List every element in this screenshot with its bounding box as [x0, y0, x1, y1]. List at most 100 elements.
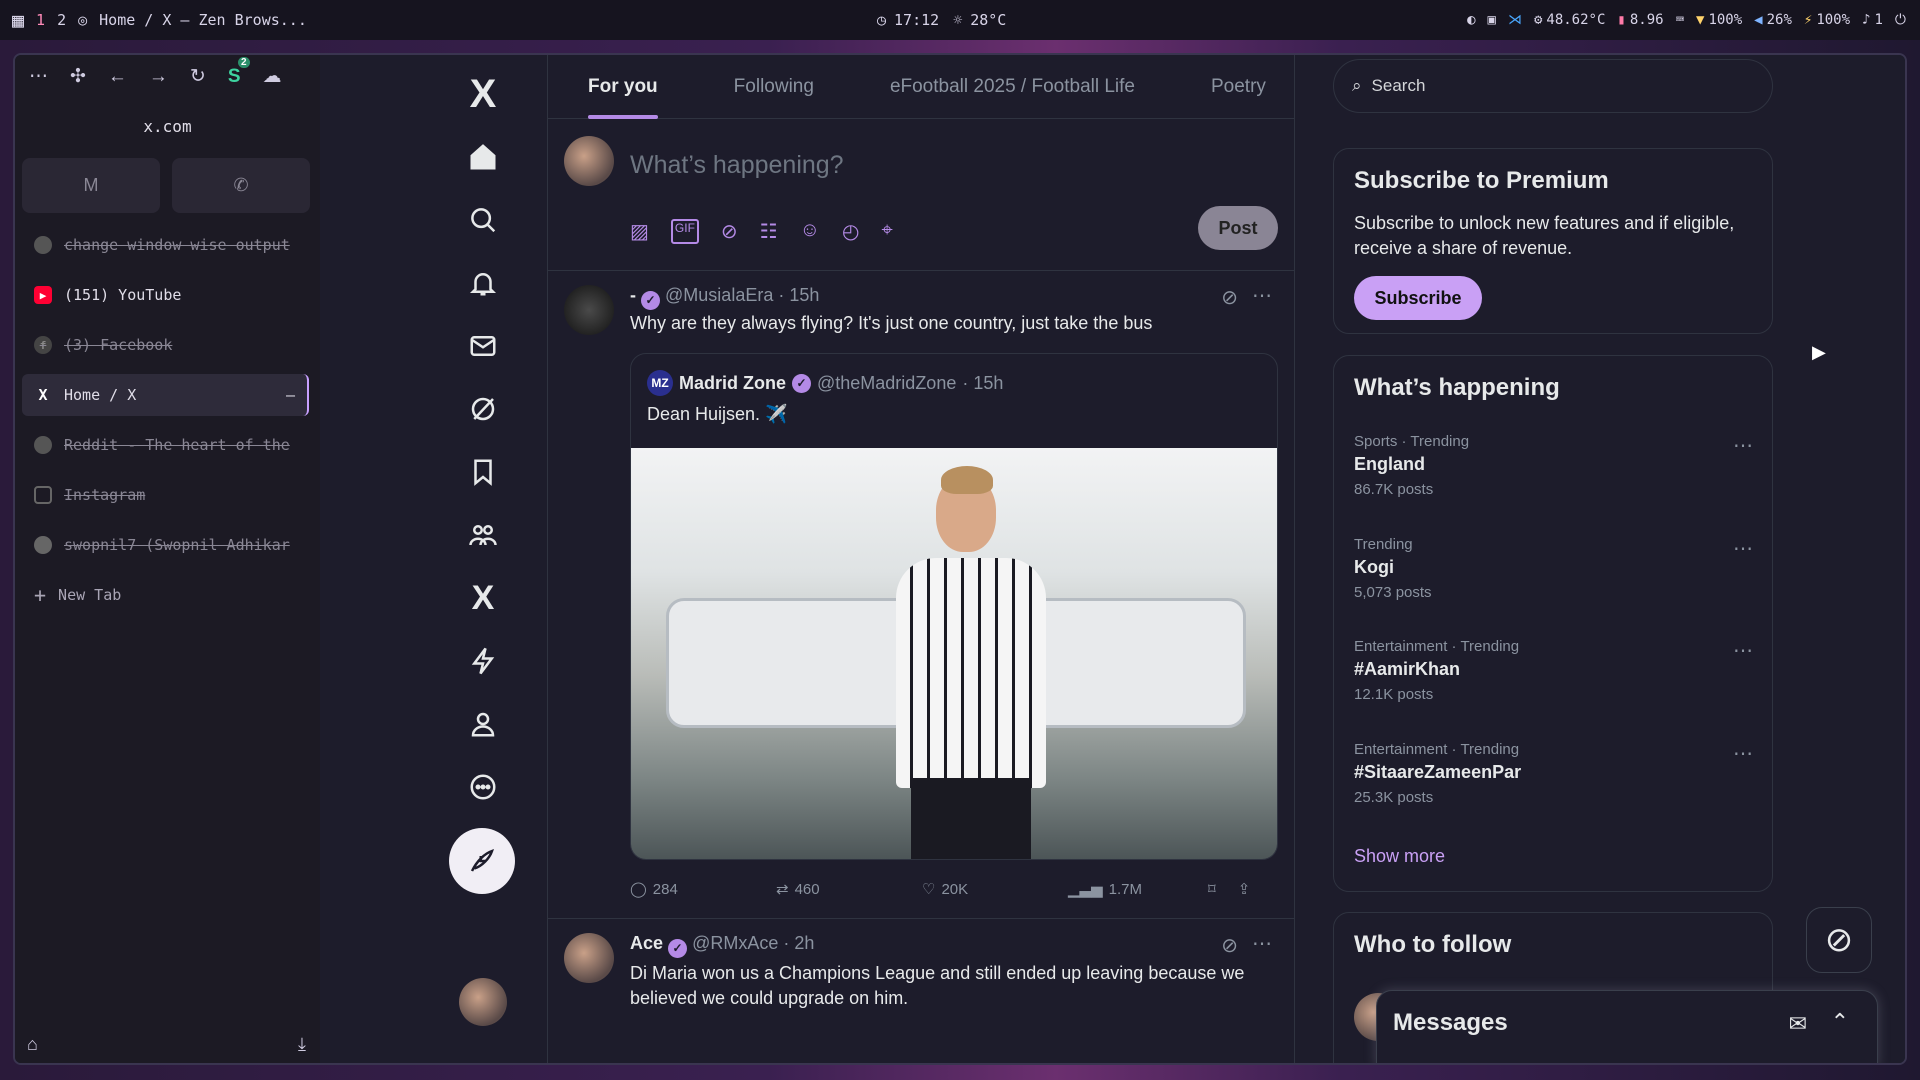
- reload-icon[interactable]: ↻: [190, 65, 206, 88]
- more-icon[interactable]: ⋯: [1733, 638, 1754, 663]
- more-circle-icon[interactable]: [455, 759, 511, 815]
- forward-icon[interactable]: →: [149, 66, 168, 88]
- subscribe-button[interactable]: Subscribe: [1354, 276, 1482, 320]
- views-button[interactable]: ▁▃▅ 1.7M: [1068, 880, 1208, 899]
- tweet-avatar[interactable]: [564, 933, 614, 983]
- workspace-2[interactable]: 2: [57, 11, 66, 29]
- emoji-icon[interactable]: ☺: [800, 219, 820, 244]
- tweet-author-name[interactable]: Ace: [630, 933, 663, 953]
- trend-item[interactable]: Sports · Trending England 86.7K posts ⋯: [1354, 433, 1754, 498]
- more-icon[interactable]: ⋯: [1252, 931, 1272, 956]
- tweet-time[interactable]: · 2h: [783, 933, 814, 953]
- trend-item[interactable]: Entertainment · Trending #AamirKhan 12.1…: [1354, 638, 1754, 703]
- tweet[interactable]: - ✓ @MusialaEra · 15h ⊘ ⋯ Why are they a…: [548, 271, 1294, 919]
- wifi-strength[interactable]: 100%: [1708, 12, 1742, 28]
- communities-icon[interactable]: [455, 507, 511, 563]
- grok-icon[interactable]: ⊘: [721, 219, 738, 244]
- tab-efootball[interactable]: eFootball 2025 / Football Life: [890, 55, 1135, 119]
- more-icon[interactable]: ⋯: [1252, 283, 1272, 308]
- battery-level[interactable]: 100%: [1816, 12, 1850, 28]
- grok-floating-button[interactable]: ⊘: [1806, 907, 1872, 973]
- power-icon[interactable]: ⏻: [1895, 12, 1906, 28]
- screenshot-icon[interactable]: ▣: [1488, 12, 1496, 28]
- pinned-whatsapp[interactable]: ✆: [172, 158, 310, 213]
- grok-icon[interactable]: ⊘: [1221, 933, 1238, 958]
- gif-icon[interactable]: GIF: [670, 219, 699, 244]
- compose-input[interactable]: What’s happening?: [630, 151, 844, 180]
- cloud-icon[interactable]: ☁: [263, 65, 282, 88]
- download-icon[interactable]: ⤓: [298, 1034, 306, 1055]
- account-avatar[interactable]: [459, 978, 507, 1026]
- tab-close-icon[interactable]: –: [286, 386, 295, 404]
- post-button[interactable]: Post: [1198, 206, 1278, 250]
- poll-icon[interactable]: ☷: [760, 219, 778, 244]
- tweet-avatar[interactable]: [564, 285, 614, 335]
- expand-up-icon[interactable]: ⌃: [1831, 1009, 1849, 1035]
- search-input[interactable]: ⌕ Search: [1333, 59, 1773, 113]
- bookmark-icon[interactable]: ⌑: [1208, 880, 1216, 898]
- tab-item[interactable]: change window wise output: [22, 224, 309, 266]
- keyboard-icon[interactable]: ⌨: [1676, 12, 1684, 28]
- explore-search-icon[interactable]: [455, 192, 511, 248]
- pinned-gmail[interactable]: M: [22, 158, 160, 213]
- new-tab-button[interactable]: + New Tab: [22, 574, 309, 616]
- tweet-handle[interactable]: @MusialaEra: [665, 285, 773, 305]
- grok-icon[interactable]: [455, 381, 511, 437]
- location-icon[interactable]: ⌖: [881, 219, 892, 244]
- tweet-handle[interactable]: @RMxAce: [692, 933, 778, 953]
- home-nav-icon[interactable]: [455, 129, 511, 185]
- messages-mail-icon[interactable]: [455, 318, 511, 374]
- tweet-photo[interactable]: [631, 448, 1277, 859]
- grok-icon[interactable]: ⊘: [1221, 285, 1238, 310]
- more-icon[interactable]: ⋯: [1733, 536, 1754, 561]
- tab-item[interactable]: Reddit - The heart of the: [22, 424, 309, 466]
- profile-icon[interactable]: [455, 696, 511, 752]
- premium-x-icon[interactable]: X: [455, 570, 511, 626]
- url-display[interactable]: x.com: [15, 117, 320, 136]
- tray-app-icon[interactable]: ◐: [1467, 12, 1475, 28]
- tab-following[interactable]: Following: [734, 55, 814, 119]
- verified-orgs-lightning-icon[interactable]: [455, 633, 511, 689]
- messages-drawer[interactable]: Messages ✉ ⌃: [1376, 990, 1878, 1063]
- more-icon[interactable]: ⋯: [1733, 433, 1754, 458]
- new-message-icon[interactable]: ✉: [1789, 1011, 1807, 1037]
- workspace-1[interactable]: 1: [36, 11, 45, 29]
- volume-level[interactable]: 26%: [1767, 12, 1792, 28]
- trend-item[interactable]: Entertainment · Trending #SitaareZameenP…: [1354, 741, 1754, 806]
- tab-item-active[interactable]: X Home / X –: [22, 374, 309, 416]
- vscode-icon[interactable]: ⋊: [1508, 12, 1522, 28]
- trend-item[interactable]: Trending Kogi 5,073 posts ⋯: [1354, 536, 1754, 601]
- more-icon[interactable]: ⋯: [29, 65, 48, 88]
- extensions-icon[interactable]: ✣: [70, 65, 86, 88]
- notification-count[interactable]: 1: [1874, 12, 1882, 28]
- notifications-bell-icon[interactable]: [455, 255, 511, 311]
- tab-item[interactable]: swopnil7 (Swopnil Adhikar: [22, 524, 309, 566]
- compose-post-button[interactable]: [449, 828, 515, 894]
- home-icon[interactable]: ⌂: [27, 1034, 38, 1055]
- reply-button[interactable]: ◯ 284: [630, 880, 776, 899]
- memory-usage[interactable]: 8.96: [1630, 12, 1664, 28]
- schedule-icon[interactable]: ◴: [842, 219, 859, 244]
- clock-time[interactable]: 17:12: [894, 11, 939, 29]
- x-logo-icon[interactable]: X: [455, 66, 511, 122]
- quoted-tweet[interactable]: MZ Madrid Zone ✓ @theMadridZone · 15h De…: [630, 353, 1278, 860]
- tab-poetry[interactable]: Poetry: [1211, 55, 1266, 119]
- show-more-link[interactable]: Show more: [1354, 846, 1445, 867]
- cpu-temp[interactable]: 48.62°C: [1546, 12, 1605, 28]
- bookmarks-icon[interactable]: [455, 444, 511, 500]
- tab-item[interactable]: Instagram: [22, 474, 309, 516]
- repost-button[interactable]: ⇄ 460: [776, 880, 922, 899]
- app-grid-icon[interactable]: ▦: [12, 8, 24, 32]
- tweet-author-name[interactable]: -: [630, 285, 636, 305]
- image-icon[interactable]: ▨: [630, 219, 649, 244]
- more-icon[interactable]: ⋯: [1733, 741, 1754, 766]
- like-button[interactable]: ♡ 20K: [922, 880, 1068, 899]
- tab-item[interactable]: ▶ (151) YouTube: [22, 274, 309, 316]
- share-icon[interactable]: ⇪: [1238, 880, 1251, 898]
- extension-s-icon[interactable]: S2: [228, 56, 250, 88]
- back-icon[interactable]: ←: [108, 66, 127, 88]
- tab-for-you[interactable]: For you: [588, 55, 658, 119]
- tweet-time[interactable]: · 15h: [778, 285, 819, 305]
- tab-item[interactable]: f (3) Facebook: [22, 324, 309, 366]
- weather-temp[interactable]: 28°C: [970, 11, 1006, 29]
